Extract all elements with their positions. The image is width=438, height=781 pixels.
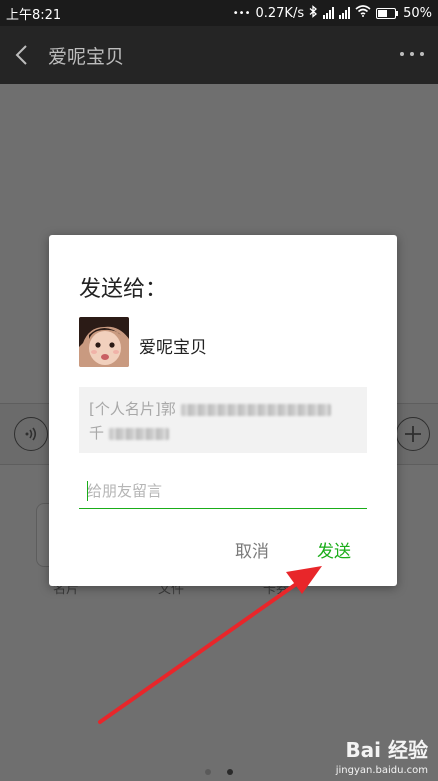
dialog-title: 发送给：	[79, 277, 168, 302]
battery-icon	[376, 7, 399, 19]
page-dot	[205, 769, 211, 775]
wifi-icon	[355, 5, 371, 21]
page-title: 爱呢宝贝	[48, 45, 125, 68]
bluetooth-icon	[309, 4, 318, 22]
card-preview-line-2: 千	[89, 421, 357, 445]
message-input[interactable]	[79, 473, 367, 509]
more-dots-icon[interactable]	[400, 44, 424, 64]
voice-icon[interactable]	[14, 417, 48, 451]
card-prefix: [个人名片]郭	[89, 400, 176, 418]
card-preview: [个人名片]郭 千	[79, 387, 367, 453]
chat-header: 爱呢宝贝	[0, 26, 438, 84]
status-bar: 上午8:21 ••• 0.27K/s 50%	[0, 0, 438, 26]
redacted-text	[108, 427, 169, 440]
signal-icon-2	[339, 7, 351, 19]
cancel-button[interactable]: 取消	[235, 537, 269, 562]
watermark-logo: Bai 经验	[345, 738, 428, 762]
watermark-url: jingyan.baidu.com	[335, 765, 428, 776]
contact-name: 爱呢宝贝	[139, 338, 207, 358]
watermark: Bai 经验 jingyan.baidu.com	[336, 734, 428, 776]
redacted-text	[180, 403, 331, 416]
send-to-dialog: 发送给： 爱呢宝贝 [个人名片]郭 千 取消 发送	[49, 235, 397, 586]
chevron-left-icon[interactable]	[0, 26, 42, 84]
send-button[interactable]: 发送	[317, 537, 351, 562]
status-time: 上午8:21	[6, 7, 62, 23]
contact-avatar	[79, 317, 129, 367]
status-dots: •••	[232, 7, 251, 19]
status-icons: ••• 0.27K/s 50%	[232, 4, 432, 22]
plus-icon[interactable]	[396, 417, 430, 451]
page-dot-active	[227, 769, 233, 775]
battery-percent: 50%	[403, 5, 432, 21]
network-speed: 0.27K/s	[255, 5, 305, 21]
signal-icon	[323, 7, 335, 19]
card-line2-prefix: 千	[89, 424, 105, 442]
text-cursor	[87, 481, 88, 501]
card-preview-line-1: [个人名片]郭	[89, 397, 357, 421]
